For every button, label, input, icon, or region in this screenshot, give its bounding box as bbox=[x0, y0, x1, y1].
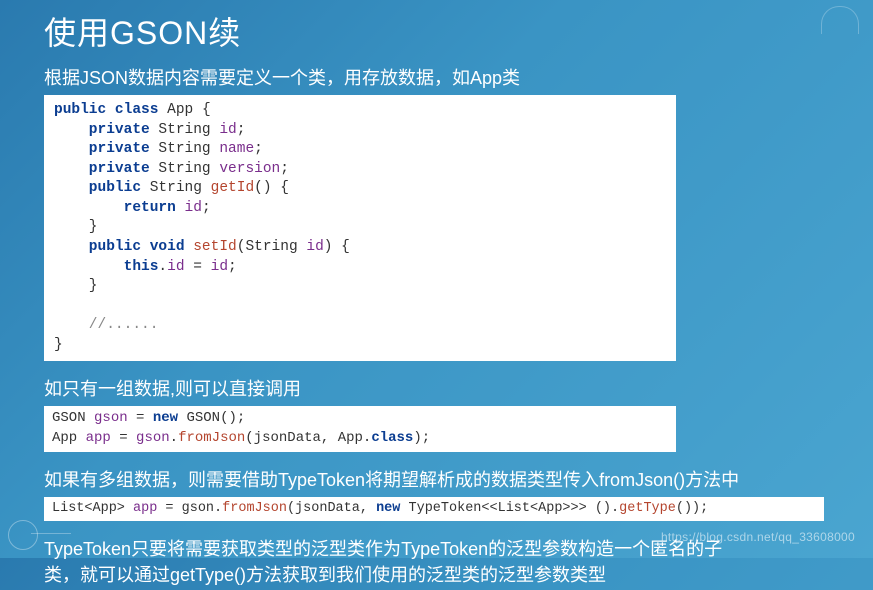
code-token: class bbox=[106, 102, 158, 118]
text: 根据 bbox=[44, 68, 80, 88]
text: App bbox=[470, 68, 502, 88]
code-token: } bbox=[54, 278, 98, 294]
code-token: getType bbox=[619, 501, 676, 516]
code-token: version bbox=[219, 161, 280, 177]
text: JSON bbox=[80, 68, 128, 88]
code-token: private bbox=[54, 122, 150, 138]
code-token: (jsonData, App. bbox=[245, 430, 371, 446]
code-token: id bbox=[167, 259, 184, 275]
code-token: public bbox=[54, 102, 106, 118]
code-token: String bbox=[141, 180, 211, 196]
code-token: private bbox=[54, 141, 150, 157]
code-token: () { bbox=[254, 180, 289, 196]
section1-title: 根据JSON数据内容需要定义一个类，用存放数据，如App类 bbox=[0, 56, 873, 93]
code-token: = gson. bbox=[157, 501, 222, 516]
text: 方法获取到我们使用的泛型类的泛型参数类型 bbox=[246, 565, 606, 585]
code-token: ; bbox=[202, 200, 211, 216]
code-token: = bbox=[128, 410, 153, 426]
code-token: ; bbox=[254, 141, 263, 157]
code-token: TypeToken<<List<App>>> (). bbox=[400, 501, 619, 516]
code-token: private bbox=[54, 161, 150, 177]
code-token: class bbox=[371, 430, 413, 446]
code-token: GSON(); bbox=[178, 410, 245, 426]
code-token: app bbox=[133, 501, 157, 516]
code-token: void bbox=[141, 239, 185, 255]
code-token: fromJson bbox=[222, 501, 287, 516]
text: 方法中 bbox=[685, 470, 739, 490]
code-token: app bbox=[86, 430, 111, 446]
code-token: id bbox=[306, 239, 323, 255]
text: TypeToken bbox=[401, 539, 488, 559]
text: TypeToken bbox=[278, 470, 365, 490]
code-token: String bbox=[150, 161, 220, 177]
section3-title: 如果有多组数据，则需要借助TypeToken将期望解析成的数据类型传入fromJ… bbox=[0, 458, 873, 495]
code-block-app-class: public class App { private String id; pr… bbox=[44, 95, 676, 361]
code-token: GSON bbox=[52, 410, 94, 426]
code-token: (jsonData, bbox=[287, 501, 376, 516]
text: 将期望解析成的数据类型传入 bbox=[365, 470, 599, 490]
section2-title: 如只有一组数据,则可以直接调用 bbox=[0, 367, 873, 404]
code-token: new bbox=[153, 410, 178, 426]
code-token: List<App> bbox=[52, 501, 133, 516]
watermark: https://blog.csdn.net/qq_33608000 bbox=[661, 530, 855, 544]
decoration-top-arc bbox=[821, 6, 859, 34]
code-token: String bbox=[150, 122, 220, 138]
code-token: gson bbox=[94, 410, 128, 426]
text: 如果有多组数据，则需要借助 bbox=[44, 470, 278, 490]
text: fromJson() bbox=[599, 470, 685, 490]
code-token: name bbox=[219, 141, 254, 157]
code-token: gson bbox=[136, 430, 170, 446]
code-token: ); bbox=[413, 430, 430, 446]
code-token: return bbox=[54, 200, 176, 216]
code-token: getId bbox=[211, 180, 255, 196]
code-token: new bbox=[376, 501, 400, 516]
code-block-typetoken: List<App> app = gson.fromJson(jsonData, … bbox=[44, 497, 824, 522]
code-token: //...... bbox=[54, 317, 158, 333]
code-token: ) { bbox=[324, 239, 350, 255]
code-token: id bbox=[176, 200, 202, 216]
code-token: (String bbox=[237, 239, 307, 255]
text: 类，就可以通过 bbox=[44, 565, 170, 585]
code-token: ; bbox=[280, 161, 289, 177]
code-token: ; bbox=[237, 122, 246, 138]
code-block-single: GSON gson = new GSON(); App app = gson.f… bbox=[44, 406, 676, 451]
slide-title: 使用GSON续 bbox=[0, 0, 873, 56]
text: 类 bbox=[502, 68, 520, 88]
code-token: } bbox=[54, 337, 63, 353]
code-token: . bbox=[170, 430, 178, 446]
decoration-bottom-circle bbox=[8, 520, 38, 550]
code-token: ; bbox=[228, 259, 237, 275]
code-token: = bbox=[111, 430, 136, 446]
code-token: App { bbox=[158, 102, 210, 118]
code-token: App bbox=[52, 430, 86, 446]
code-token: this bbox=[54, 259, 158, 275]
code-token: fromJson bbox=[178, 430, 245, 446]
code-token: public bbox=[54, 180, 141, 196]
code-token: id bbox=[219, 122, 236, 138]
text: TypeToken bbox=[44, 539, 131, 559]
text: 只要将需要获取类型的泛型类作为 bbox=[131, 539, 401, 559]
code-token: ()); bbox=[676, 501, 708, 516]
code-token: public bbox=[54, 239, 141, 255]
code-token: String bbox=[150, 141, 220, 157]
code-token: . bbox=[158, 259, 167, 275]
code-token: = bbox=[185, 259, 211, 275]
text: 数据内容需要定义一个类，用存放数据，如 bbox=[128, 68, 470, 88]
code-token: setId bbox=[185, 239, 237, 255]
text: getType() bbox=[170, 565, 246, 585]
code-token: id bbox=[211, 259, 228, 275]
code-token: } bbox=[54, 219, 98, 235]
